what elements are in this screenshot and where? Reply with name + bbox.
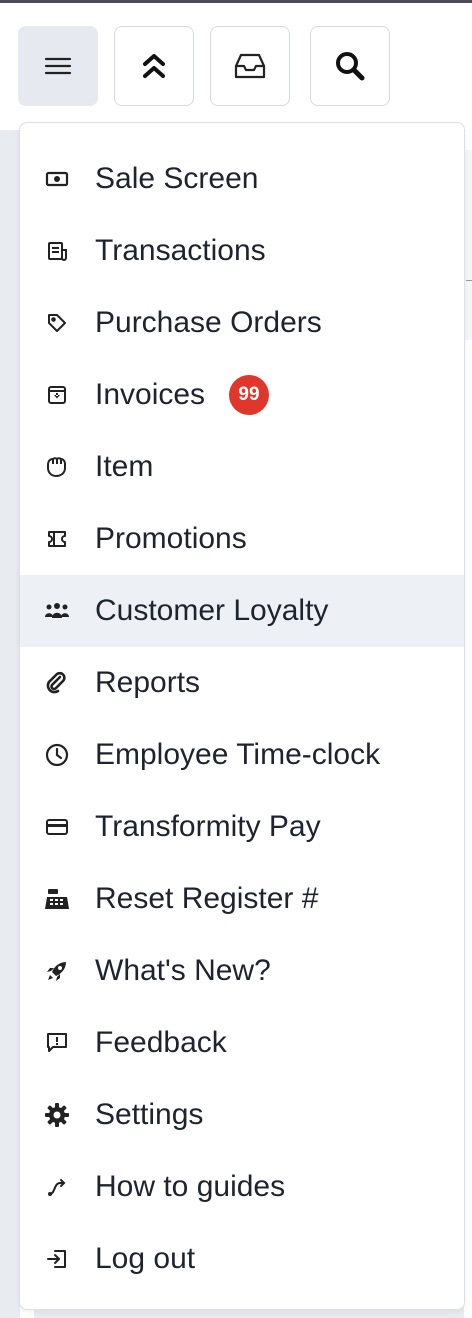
route-icon (44, 1175, 70, 1199)
menu-item-reports[interactable]: Reports (20, 647, 464, 719)
menu-item-label: What's New? (95, 954, 271, 987)
menu-item-sale-screen[interactable]: Sale Screen (20, 143, 464, 215)
menu-button[interactable] (18, 26, 98, 106)
navigation-menu: Sale Screen Transactions Purchase Orders… (19, 122, 465, 1310)
menu-item-promotions[interactable]: Promotions (20, 503, 464, 575)
hamburger-icon (44, 55, 72, 77)
menu-item-customer-loyalty[interactable]: Customer Loyalty (20, 575, 464, 647)
menu-item-label: Feedback (95, 1026, 227, 1059)
search-icon (334, 50, 366, 82)
credit-card-icon (44, 815, 70, 839)
rocket-icon (44, 959, 70, 983)
menu-item-log-out[interactable]: Log out (20, 1223, 464, 1295)
menu-item-label: Reset Register # (95, 882, 319, 915)
paperclip-icon (44, 671, 70, 695)
ticket-icon (44, 527, 70, 551)
menu-item-whats-new[interactable]: What's New? (20, 935, 464, 1007)
menu-item-label: Settings (95, 1098, 204, 1131)
cash-icon (44, 167, 70, 191)
menu-item-reset-register[interactable]: Reset Register # (20, 863, 464, 935)
logout-icon (44, 1247, 70, 1271)
hand-icon (44, 455, 70, 479)
menu-item-label: How to guides (95, 1170, 286, 1203)
invoices-count-badge: 99 (229, 375, 269, 415)
chat-alert-icon (44, 1031, 70, 1055)
clock-icon (44, 743, 70, 767)
menu-item-item[interactable]: Item (20, 431, 464, 503)
menu-item-label: Purchase Orders (95, 306, 322, 339)
menu-item-how-to-guides[interactable]: How to guides (20, 1151, 464, 1223)
menu-item-settings[interactable]: Settings (20, 1079, 464, 1151)
menu-item-transactions[interactable]: Transactions (20, 215, 464, 287)
menu-item-label: Transformity Pay (95, 810, 321, 843)
menu-item-label: Promotions (95, 522, 247, 555)
menu-item-feedback[interactable]: Feedback (20, 1007, 464, 1079)
search-button[interactable] (310, 26, 390, 106)
menu-item-employee-time-clock[interactable]: Employee Time-clock (20, 719, 464, 791)
menu-item-label: Customer Loyalty (95, 594, 329, 627)
menu-item-label: Transactions (95, 234, 266, 267)
menu-item-label: Item (95, 450, 154, 483)
menu-item-label: Log out (95, 1242, 196, 1275)
inbox-icon (233, 52, 267, 80)
background-panel (0, 130, 20, 1318)
menu-item-purchase-orders[interactable]: Purchase Orders (20, 287, 464, 359)
tag-icon (44, 311, 70, 335)
users-icon (44, 599, 70, 623)
menu-item-label: Sale Screen (95, 162, 259, 195)
menu-item-label: Invoices (95, 378, 206, 411)
cash-register-icon (44, 887, 70, 911)
menu-item-label: Reports (95, 666, 201, 699)
collapse-button[interactable] (114, 26, 194, 106)
archive-download-icon (44, 383, 70, 407)
menu-item-label: Employee Time-clock (95, 738, 381, 771)
inbox-button[interactable] (210, 26, 290, 106)
window-top-border (0, 0, 472, 3)
gear-icon (44, 1103, 70, 1127)
receipt-icon (44, 239, 70, 263)
menu-item-invoices[interactable]: Invoices 99 (20, 359, 464, 431)
chevrons-up-icon (141, 52, 167, 80)
menu-item-transformity-pay[interactable]: Transformity Pay (20, 791, 464, 863)
